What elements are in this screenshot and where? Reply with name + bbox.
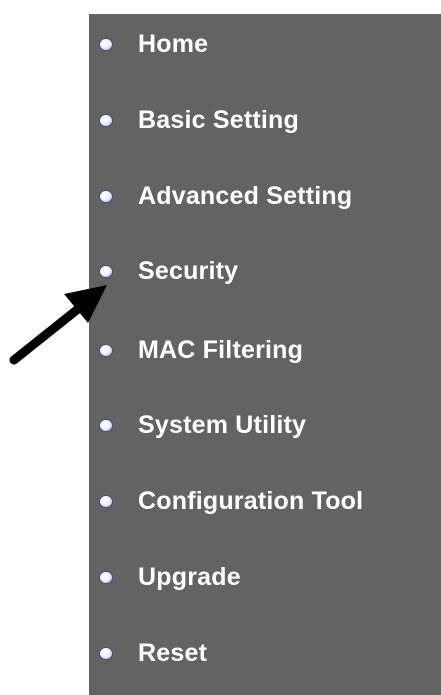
sidebar-item-label: Configuration Tool bbox=[138, 486, 364, 515]
sidebar-menu: Home Basic Setting Advanced Setting Secu… bbox=[89, 14, 441, 695]
sidebar-item-label: Advanced Setting bbox=[138, 181, 353, 210]
sidebar-item-configuration-tool[interactable]: Configuration Tool bbox=[89, 481, 441, 521]
sidebar-item-label: Basic Setting bbox=[138, 105, 299, 134]
sidebar-item-label: MAC Filtering bbox=[138, 335, 304, 364]
bullet-icon bbox=[100, 571, 112, 583]
bullet-icon bbox=[100, 265, 112, 277]
sidebar-item-label: Reset bbox=[138, 638, 208, 667]
sidebar-item-label: Home bbox=[138, 29, 209, 58]
sidebar-item-label: Upgrade bbox=[138, 562, 241, 591]
sidebar-item-system-utility[interactable]: System Utility bbox=[89, 405, 441, 445]
bullet-icon bbox=[100, 419, 112, 431]
sidebar-item-basic-setting[interactable]: Basic Setting bbox=[89, 100, 441, 140]
bullet-icon bbox=[100, 647, 112, 659]
bullet-icon bbox=[100, 344, 112, 356]
bullet-icon bbox=[100, 114, 112, 126]
sidebar-item-label: System Utility bbox=[138, 410, 307, 439]
sidebar-item-upgrade[interactable]: Upgrade bbox=[89, 557, 441, 597]
sidebar-item-home[interactable]: Home bbox=[89, 24, 441, 64]
sidebar-item-mac-filtering[interactable]: MAC Filtering bbox=[89, 330, 441, 370]
bullet-icon bbox=[100, 495, 112, 507]
sidebar-item-reset[interactable]: Reset bbox=[89, 633, 441, 673]
sidebar-item-label: Security bbox=[138, 256, 239, 285]
sidebar-item-advanced-setting[interactable]: Advanced Setting bbox=[89, 176, 441, 216]
sidebar-item-security[interactable]: Security bbox=[89, 251, 441, 291]
bullet-icon bbox=[100, 38, 112, 50]
bullet-icon bbox=[100, 190, 112, 202]
